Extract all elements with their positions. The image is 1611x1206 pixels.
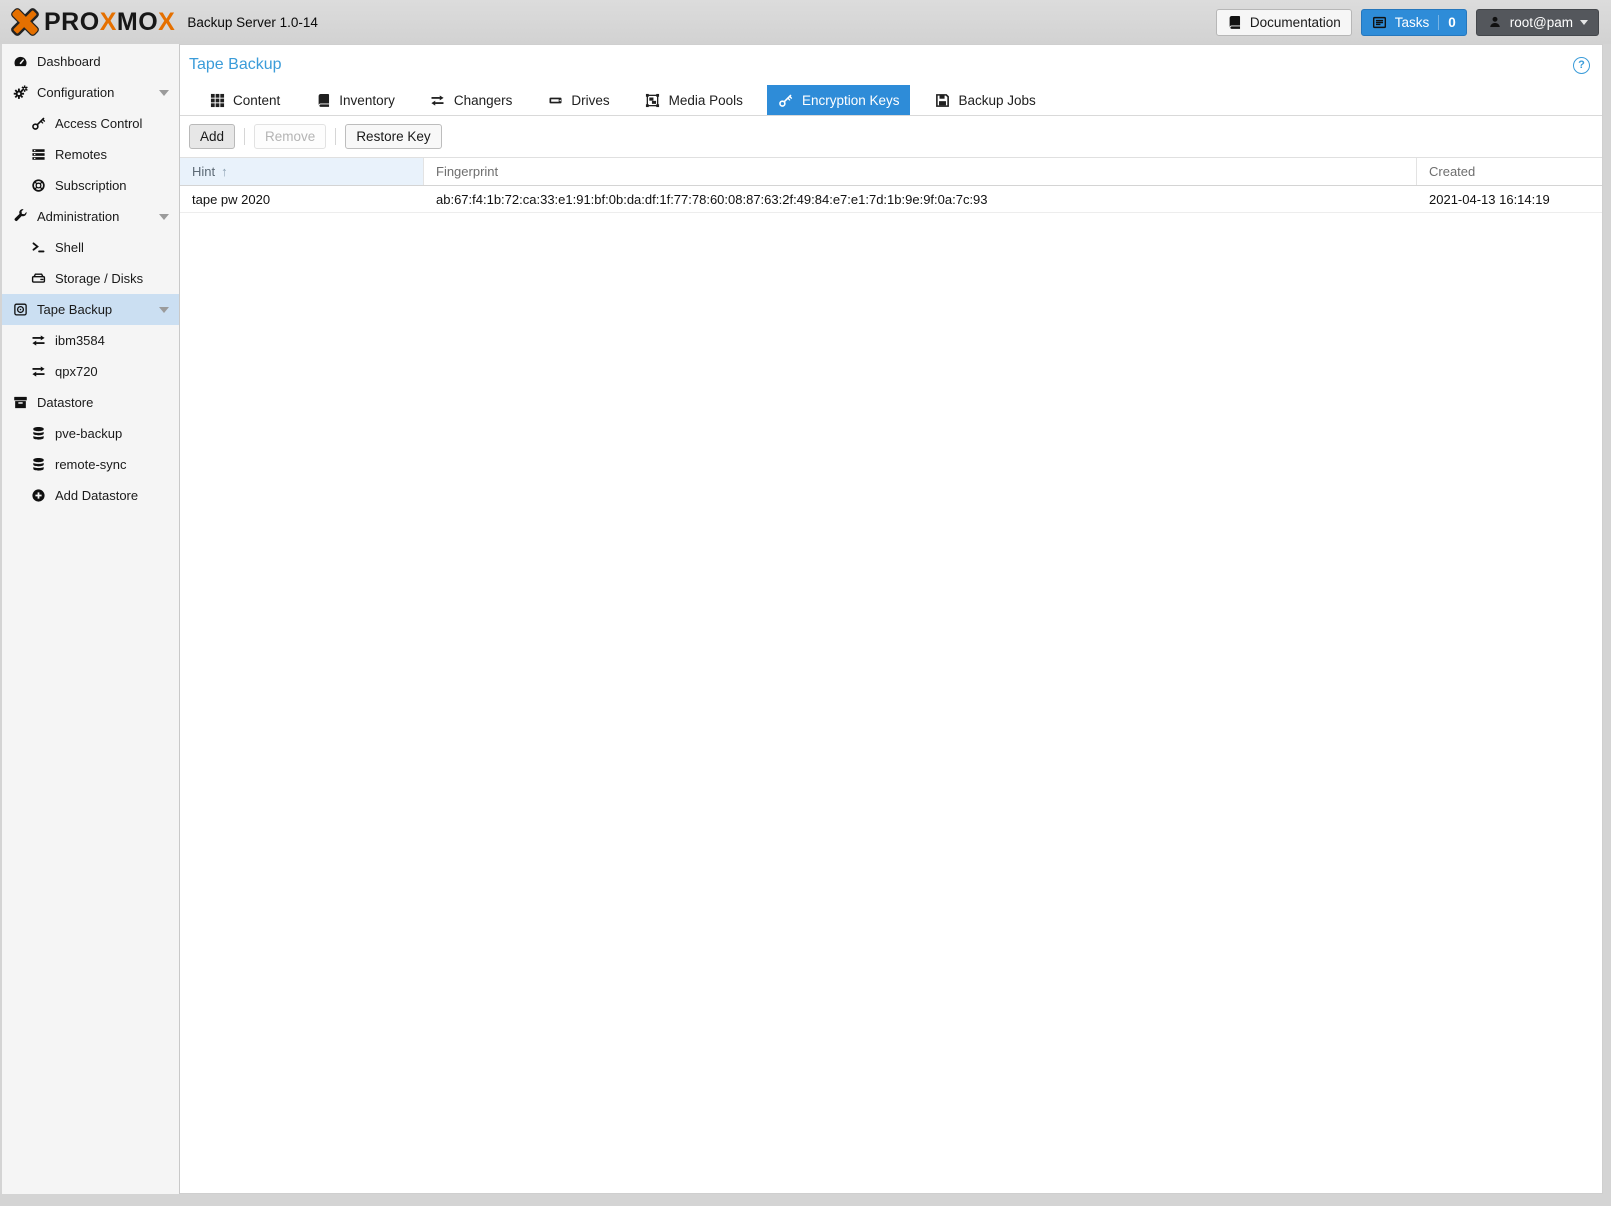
database-icon [30, 457, 46, 473]
tab-content[interactable]: Content [198, 85, 291, 115]
sidebar-item-datastore[interactable]: Datastore [2, 387, 179, 418]
cell-created: 2021-04-13 16:14:19 [1417, 186, 1602, 212]
exchange-icon [430, 92, 446, 108]
tab-encryption-keys[interactable]: Encryption Keys [767, 85, 911, 115]
tab-drives[interactable]: Drives [536, 85, 620, 115]
documentation-label: Documentation [1250, 15, 1341, 30]
sidebar-item-pve-backup[interactable]: pve-backup [2, 418, 179, 449]
empty-content-area [180, 213, 1602, 1193]
sidebar-item-add-datastore[interactable]: Add Datastore [2, 480, 179, 511]
title-bar: Tape Backup ? [180, 45, 1602, 85]
sidebar-item-subscription[interactable]: Subscription [2, 170, 179, 201]
life-ring-icon [30, 178, 46, 194]
tab-inventory[interactable]: Inventory [304, 85, 406, 115]
help-icon[interactable]: ? [1573, 57, 1590, 74]
proxmox-x-icon [8, 6, 42, 38]
toolbar-separator [244, 128, 245, 145]
tasks-icon [1372, 14, 1388, 30]
plus-circle-icon [30, 488, 46, 504]
proxmox-wordmark: PROXMOX [44, 10, 175, 35]
table-header-row: Hint ↑ Fingerprint Created [180, 157, 1602, 186]
tasks-count-badge: 0 [1438, 15, 1456, 30]
proxmox-logo: PROXMOX [8, 6, 175, 38]
table-row[interactable]: tape pw 2020 ab:67:f4:1b:72:ca:33:e1:91:… [180, 186, 1602, 213]
key-icon [30, 116, 46, 132]
object-group-icon [645, 92, 661, 108]
drive-icon [547, 92, 563, 108]
database-icon [30, 426, 46, 442]
sidebar-nav: Dashboard Configuration Access Control R… [2, 44, 180, 1194]
column-header-fingerprint[interactable]: Fingerprint [424, 158, 1417, 185]
dashboard-icon [12, 54, 28, 70]
exchange-icon [30, 364, 46, 380]
sidebar-item-dashboard[interactable]: Dashboard [2, 46, 179, 77]
remove-button[interactable]: Remove [254, 124, 326, 149]
book-icon [315, 92, 331, 108]
collapse-caret-icon [159, 90, 169, 96]
encryption-keys-table: Hint ↑ Fingerprint Created tape pw 2020 … [180, 157, 1602, 213]
gears-icon [12, 85, 28, 101]
tab-media-pools[interactable]: Media Pools [634, 85, 754, 115]
collapse-caret-icon [159, 214, 169, 220]
grid-icon [209, 92, 225, 108]
sidebar-item-remotes[interactable]: Remotes [2, 139, 179, 170]
sidebar-item-access-control[interactable]: Access Control [2, 108, 179, 139]
documentation-button[interactable]: Documentation [1216, 9, 1352, 36]
tab-changers[interactable]: Changers [419, 85, 524, 115]
column-header-hint[interactable]: Hint ↑ [180, 158, 424, 185]
sort-ascending-icon: ↑ [221, 164, 228, 179]
save-icon [934, 92, 950, 108]
app-window: PROXMOX Backup Server 1.0-14 Documentati… [0, 0, 1611, 1206]
user-icon [1487, 14, 1503, 30]
sidebar-item-ibm3584[interactable]: ibm3584 [2, 325, 179, 356]
product-version-label: Backup Server 1.0-14 [187, 15, 318, 30]
tape-icon [12, 302, 28, 318]
top-header: PROXMOX Backup Server 1.0-14 Documentati… [0, 0, 1611, 44]
toolbar-separator [335, 128, 336, 145]
wrench-icon [12, 209, 28, 225]
list-rows-icon [30, 147, 46, 163]
sidebar-item-tape-backup[interactable]: Tape Backup [2, 294, 179, 325]
body-frame: Dashboard Configuration Access Control R… [0, 44, 1611, 1206]
sidebar-item-administration[interactable]: Administration [2, 201, 179, 232]
hdd-icon [30, 271, 46, 287]
sidebar-item-shell[interactable]: Shell [2, 232, 179, 263]
sidebar-item-configuration[interactable]: Configuration [2, 77, 179, 108]
cell-fingerprint: ab:67:f4:1b:72:ca:33:e1:91:bf:0b:da:df:1… [424, 186, 1417, 212]
sidebar-item-storage-disks[interactable]: Storage / Disks [2, 263, 179, 294]
sidebar-item-remote-sync[interactable]: remote-sync [2, 449, 179, 480]
chevron-down-icon [1580, 20, 1588, 25]
terminal-icon [30, 240, 46, 256]
sidebar-item-qpx720[interactable]: qpx720 [2, 356, 179, 387]
user-menu-button[interactable]: root@pam [1476, 9, 1599, 36]
key-icon [778, 92, 794, 108]
tasks-button[interactable]: Tasks 0 [1361, 9, 1467, 36]
tab-backup-jobs[interactable]: Backup Jobs [923, 85, 1046, 115]
book-icon [1227, 14, 1243, 30]
toolbar: Add Remove Restore Key [180, 116, 1602, 157]
column-header-created[interactable]: Created [1417, 158, 1602, 185]
archive-icon [12, 395, 28, 411]
add-button[interactable]: Add [189, 124, 235, 149]
tasks-label: Tasks [1395, 15, 1430, 30]
tab-strip: Content Inventory Changers Drives Media … [180, 85, 1602, 116]
page-title: Tape Backup [189, 56, 282, 74]
cell-hint: tape pw 2020 [180, 186, 424, 212]
collapse-caret-icon [159, 307, 169, 313]
main-panel: Tape Backup ? Content Inventory Changers… [180, 44, 1603, 1194]
restore-key-button[interactable]: Restore Key [345, 124, 441, 149]
user-label: root@pam [1510, 15, 1573, 30]
exchange-icon [30, 333, 46, 349]
